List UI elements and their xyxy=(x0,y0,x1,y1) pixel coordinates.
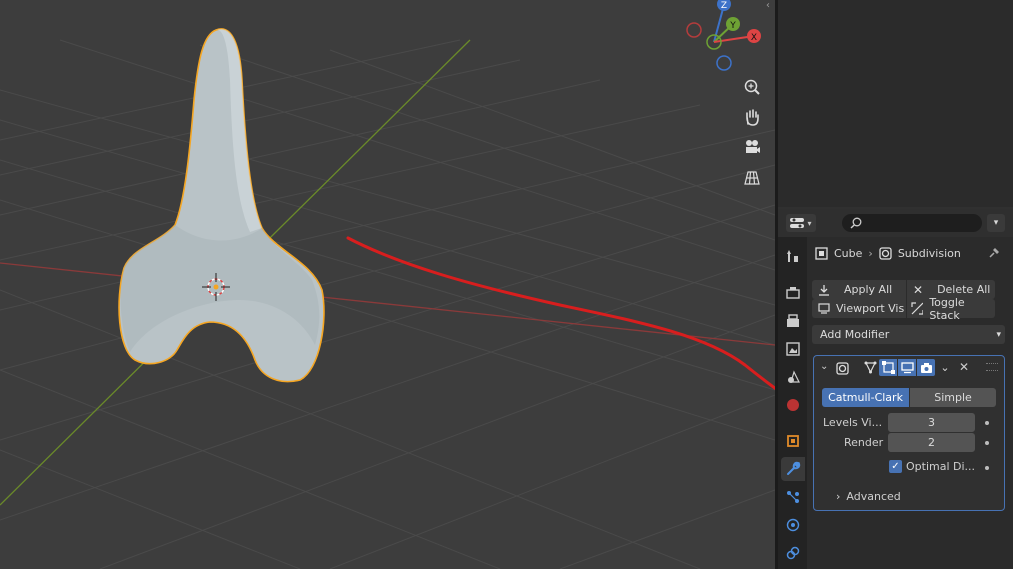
apply-all-button[interactable]: Apply All xyxy=(812,280,906,299)
pin-icon[interactable] xyxy=(987,246,1001,263)
particles-icon[interactable] xyxy=(781,485,805,509)
catmull-clark-button[interactable]: Catmull-Clark xyxy=(822,388,909,407)
navigation-gizmo[interactable]: Z Y X xyxy=(680,0,770,75)
viewport-vis-button[interactable]: Viewport Vis xyxy=(812,299,906,318)
keyframe-dot-icon[interactable] xyxy=(985,421,989,425)
monitor-icon xyxy=(818,303,830,314)
constraints-icon[interactable] xyxy=(781,541,805,565)
outliner-area[interactable] xyxy=(778,0,1013,207)
gizmo-x-label: X xyxy=(751,33,757,43)
physics-icon[interactable] xyxy=(781,513,805,537)
options-dropdown[interactable]: ▾ xyxy=(987,214,1005,232)
collapse-chevron-icon[interactable]: ⌄ xyxy=(820,361,828,372)
chevron-down-icon: ▾ xyxy=(807,218,812,228)
sidebar-collapse-icon[interactable]: ‹ xyxy=(766,0,770,11)
world-icon[interactable] xyxy=(781,393,805,417)
close-icon: ✕ xyxy=(913,282,924,297)
properties-header: ▾ ▾ xyxy=(778,209,1013,237)
delete-all-label: Delete All xyxy=(937,283,991,296)
modifier-wrench-icon[interactable] xyxy=(781,457,805,481)
hand-pan-icon[interactable] xyxy=(739,104,765,130)
view-layer-icon[interactable] xyxy=(781,337,805,361)
breadcrumb-object: Cube xyxy=(834,247,863,260)
gizmo-y-label: Y xyxy=(729,21,736,31)
subdivision-modifier-icon xyxy=(836,362,849,375)
render-icon[interactable] xyxy=(781,281,805,305)
edit-mode-icon[interactable] xyxy=(879,359,897,376)
subdivision-modifier-panel: ⌄ ⌄ ✕ Catmull-Clark Simple Levels Vi... … xyxy=(813,355,1005,511)
simple-button[interactable]: Simple xyxy=(910,388,996,407)
breadcrumb-modifier: Subdivision xyxy=(897,247,961,260)
3d-viewport[interactable]: Z Y X xyxy=(0,0,775,569)
levels-viewport-value: 3 xyxy=(928,416,935,429)
catmull-clark-label: Catmull-Clark xyxy=(828,391,903,404)
gizmo-z-label: Z xyxy=(721,1,727,11)
simple-label: Simple xyxy=(934,391,972,404)
download-icon xyxy=(819,284,829,296)
toggle-stack-label: Toggle Stack xyxy=(929,295,965,322)
fullscreen-icon xyxy=(911,302,924,315)
output-icon[interactable] xyxy=(781,309,805,333)
chevron-down-icon: ▾ xyxy=(993,218,999,228)
viewport-vis-label: Viewport Vis xyxy=(836,302,905,315)
mesh-object-icon xyxy=(815,247,828,260)
breadcrumb: Cube › Subdivision xyxy=(815,247,961,260)
zoom-icon[interactable] xyxy=(739,74,765,100)
render-levels-value: 2 xyxy=(928,436,935,449)
levels-viewport-field[interactable]: 3 xyxy=(888,413,975,432)
properties-editor-icon xyxy=(790,218,805,228)
optimal-display-checkbox[interactable]: ✓ xyxy=(889,460,902,473)
tool-icon[interactable] xyxy=(781,245,805,269)
viewport-grid xyxy=(0,28,775,569)
editor-type-dropdown[interactable]: ▾ xyxy=(786,214,816,232)
render-levels-label: Render xyxy=(844,436,884,449)
apply-all-label: Apply All xyxy=(844,283,893,296)
advanced-label: Advanced xyxy=(846,490,901,503)
chevron-down-icon: ▾ xyxy=(996,329,1001,340)
advanced-subpanel-header[interactable]: › Advanced xyxy=(836,490,901,503)
render-camera-icon[interactable] xyxy=(917,359,935,376)
chevron-right-icon: › xyxy=(868,247,873,260)
properties-tabs xyxy=(778,237,807,569)
drag-handle-icon[interactable] xyxy=(986,363,998,371)
subdivision-modifier-icon xyxy=(879,247,892,260)
on-cage-icon[interactable] xyxy=(862,359,878,376)
levels-viewport-label: Levels Vi... xyxy=(823,416,883,429)
camera-icon[interactable] xyxy=(739,134,765,160)
add-modifier-dropdown[interactable]: Add Modifier ▾ xyxy=(812,325,1005,344)
add-modifier-label: Add Modifier xyxy=(820,328,890,341)
scene-icon[interactable] xyxy=(781,365,805,389)
close-icon[interactable]: ✕ xyxy=(959,360,969,374)
chevron-right-icon: › xyxy=(836,490,841,503)
toggle-stack-button[interactable]: Toggle Stack xyxy=(907,296,995,322)
realtime-monitor-icon[interactable] xyxy=(898,359,916,376)
chevron-down-icon[interactable]: ⌄ xyxy=(937,359,953,376)
perspective-grid-icon[interactable] xyxy=(739,165,765,191)
search-input[interactable] xyxy=(842,214,982,232)
keyframe-dot-icon[interactable] xyxy=(985,466,989,470)
keyframe-dot-icon[interactable] xyxy=(985,441,989,445)
render-levels-field[interactable]: 2 xyxy=(888,433,975,452)
optimal-display-label: Optimal Di... xyxy=(906,460,976,473)
checkmark-icon: ✓ xyxy=(891,461,900,472)
object-icon[interactable] xyxy=(781,429,805,453)
search-icon xyxy=(850,217,862,229)
properties-panel: Cube › Subdivision Apply All ✕ Delete Al… xyxy=(807,237,1013,569)
